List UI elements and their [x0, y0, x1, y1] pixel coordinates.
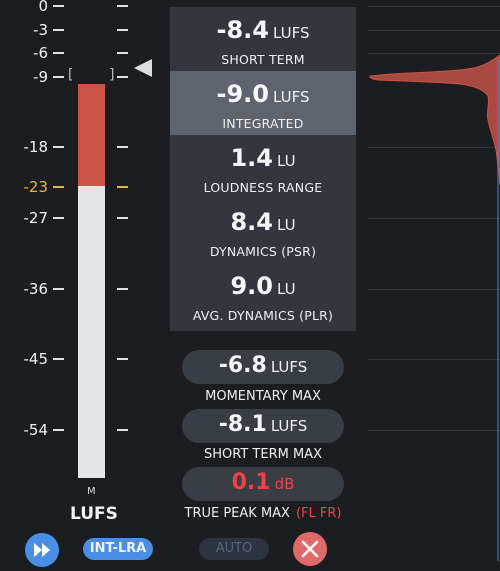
scale-tick-label: -9 [33, 68, 48, 86]
readout-caption: SHORT TERM [221, 52, 305, 67]
scale-tick-mark [117, 146, 128, 148]
pill-value: -8.1 [218, 412, 267, 437]
scale-tick-mark [53, 358, 64, 360]
scale-tick-label: -27 [23, 209, 49, 227]
pill-value: -6.8 [218, 353, 267, 378]
auto-button[interactable]: AUTO [199, 538, 269, 560]
integrated-pointer-icon [134, 59, 152, 77]
readout-unit: LU [276, 280, 296, 298]
true-peak-max-caption: TRUE PEAK MAX (FL FR) [160, 506, 366, 521]
true-peak-caption-text: TRUE PEAK MAX [184, 506, 290, 521]
readout-caption: AVG. DYNAMICS (PLR) [192, 308, 334, 323]
readout-caption: DYNAMICS (PSR) [209, 244, 317, 259]
scale-tick-label: -45 [23, 350, 49, 368]
readout-value: -8.4 [216, 16, 269, 44]
scale-tick-label: -6 [33, 44, 48, 62]
readout-integrated[interactable]: -9.0 LUFS INTEGRATED [170, 71, 356, 135]
scale-tick-mark [117, 186, 128, 188]
momentary-max-caption: MOMENTARY MAX [205, 389, 321, 404]
true-peak-max-pill[interactable]: 0.1 dB [182, 467, 344, 501]
scale-tick-mark [53, 217, 64, 219]
meter-level-fill [78, 84, 105, 186]
fast-forward-button[interactable] [25, 533, 59, 567]
histogram-graph [369, 54, 500, 561]
scale-tick-label: 0 [38, 0, 48, 15]
scale-tick-mark [53, 186, 64, 188]
int-lra-button[interactable]: INT-LRA [83, 538, 153, 560]
scale-tick-label: -36 [23, 280, 49, 298]
readout-short-term[interactable]: -8.4 LUFS SHORT TERM [170, 7, 356, 71]
readout-loudness-range[interactable]: 1.4 LU LOUDNESS RANGE [170, 135, 356, 199]
pill-unit: LUFS [270, 417, 308, 435]
readout-value: 1.4 [230, 144, 273, 172]
scale-tick-mark [117, 5, 128, 7]
loudness-histogram [368, 0, 500, 561]
momentary-max-pill[interactable]: -6.8 LUFS [182, 350, 344, 384]
readout-avg-dynamics-plr[interactable]: 9.0 LU AVG. DYNAMICS (PLR) [170, 263, 356, 327]
scale-tick-mark [53, 146, 64, 148]
channel-label: M [87, 486, 96, 497]
readout-unit: LU [276, 152, 296, 170]
readout-caption: INTEGRATED [222, 116, 304, 131]
fast-forward-icon [34, 543, 50, 557]
scale-tick-mark [117, 76, 128, 78]
scale-tick-mark [53, 76, 64, 78]
readout-caption: LOUDNESS RANGE [203, 180, 323, 195]
scale-tick-label: -18 [23, 138, 49, 156]
readout-value: 9.0 [230, 272, 273, 300]
readout-unit: LU [276, 216, 296, 234]
scale-tick-mark [53, 429, 64, 431]
scale-tick-mark [117, 358, 128, 360]
readout-unit: LUFS [273, 24, 310, 42]
scale-tick-mark [117, 429, 128, 431]
pill-unit: dB [274, 475, 295, 493]
scale-tick-mark [53, 52, 64, 54]
loudness-readout-panel: -8.4 LUFS SHORT TERM -9.0 LUFS INTEGRATED … [170, 7, 356, 331]
scale-tick-mark [117, 29, 128, 31]
pill-unit: LUFS [270, 358, 308, 376]
scale-tick-mark [53, 29, 64, 31]
integrated-bracket-left: [ [66, 67, 75, 83]
readout-value: -9.0 [216, 80, 269, 108]
integrated-bracket-right: ] [108, 67, 117, 83]
short-term-max-pill[interactable]: -8.1 LUFS [182, 409, 344, 443]
scale-tick-mark [117, 217, 128, 219]
scale-tick-label: -23 [23, 178, 49, 196]
scale-tick-mark [53, 5, 64, 7]
short-term-max-caption: SHORT TERM MAX [204, 447, 322, 462]
true-peak-channels: (FL FR) [295, 506, 342, 521]
readout-dynamics-psr[interactable]: 8.4 LU DYNAMICS (PSR) [170, 199, 356, 263]
scale-tick-mark [53, 288, 64, 290]
scale-tick-mark [117, 288, 128, 290]
scale-unit-label: LUFS [70, 504, 118, 524]
scale-tick-mark [117, 52, 128, 54]
pill-value: 0.1 [231, 470, 271, 495]
scale-tick-label: -54 [23, 421, 49, 439]
readout-unit: LUFS [273, 88, 310, 106]
scale-tick-label: -3 [33, 21, 48, 39]
readout-value: 8.4 [230, 208, 273, 236]
